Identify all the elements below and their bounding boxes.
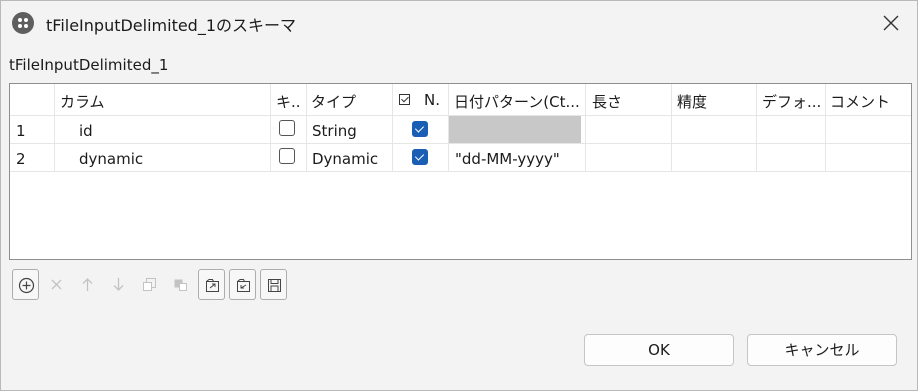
move-down-icon [113,278,124,291]
row-column-name[interactable]: dynamic [79,150,143,168]
row-date-pattern[interactable]: "dd-MM-yyyy" [455,150,560,168]
header-date-pattern[interactable]: 日付パターン(Ct... [454,91,582,112]
row-number: 2 [16,150,26,168]
header-precision[interactable]: 精度 [677,91,707,112]
move-up-button[interactable] [74,269,101,300]
import-icon [206,279,219,292]
import-button[interactable] [198,269,225,300]
cancel-button[interactable]: キャンセル [747,334,897,366]
remove-icon [51,279,62,290]
header-column[interactable]: カラム [60,91,105,112]
nullable-checkbox[interactable] [412,121,428,137]
paste-button[interactable] [167,269,194,300]
nullable-checkbox[interactable] [412,149,428,165]
export-button[interactable] [229,269,256,300]
component-name: tFileInputDelimited_1 [9,56,169,74]
row-type[interactable]: Dynamic [312,150,378,168]
key-checkbox[interactable] [279,120,295,136]
date-pattern-cell-disabled [449,116,581,143]
app-icon [12,12,34,34]
header-nullable[interactable]: N. [424,91,446,109]
move-up-icon [82,278,93,291]
header-default[interactable]: デフォ... [762,91,823,112]
header-key[interactable]: キ.. [276,91,304,112]
add-button[interactable] [12,269,39,300]
row-column-name[interactable]: id [79,122,93,140]
row-number: 1 [16,122,26,140]
paste-icon [174,279,187,291]
schema-dialog: tFileInputDelimited_1のスキーマ tFileInputDel… [0,0,918,391]
export-icon [237,279,250,292]
copy-icon [143,278,156,291]
row-type[interactable]: String [312,122,357,140]
save-button[interactable] [260,269,287,300]
header-comment[interactable]: コメント [830,91,890,112]
key-checkbox[interactable] [279,148,295,164]
ok-button[interactable]: OK [584,334,734,366]
header-nullable-checkbox-icon[interactable] [399,94,410,105]
window-title: tFileInputDelimited_1のスキーマ [46,16,297,35]
header-length[interactable]: 長さ [592,91,622,112]
move-down-button[interactable] [105,269,132,300]
add-icon [18,277,35,294]
schema-table[interactable]: カラム キ.. タイプ N. 日付パターン(Ct... 長さ 精度 デフォ...… [9,83,912,260]
close-icon[interactable] [875,7,907,39]
copy-button[interactable] [136,269,163,300]
header-type[interactable]: タイプ [311,91,356,112]
remove-button[interactable] [43,269,70,300]
title-bar: tFileInputDelimited_1のスキーマ [1,1,917,45]
save-icon [268,279,281,292]
